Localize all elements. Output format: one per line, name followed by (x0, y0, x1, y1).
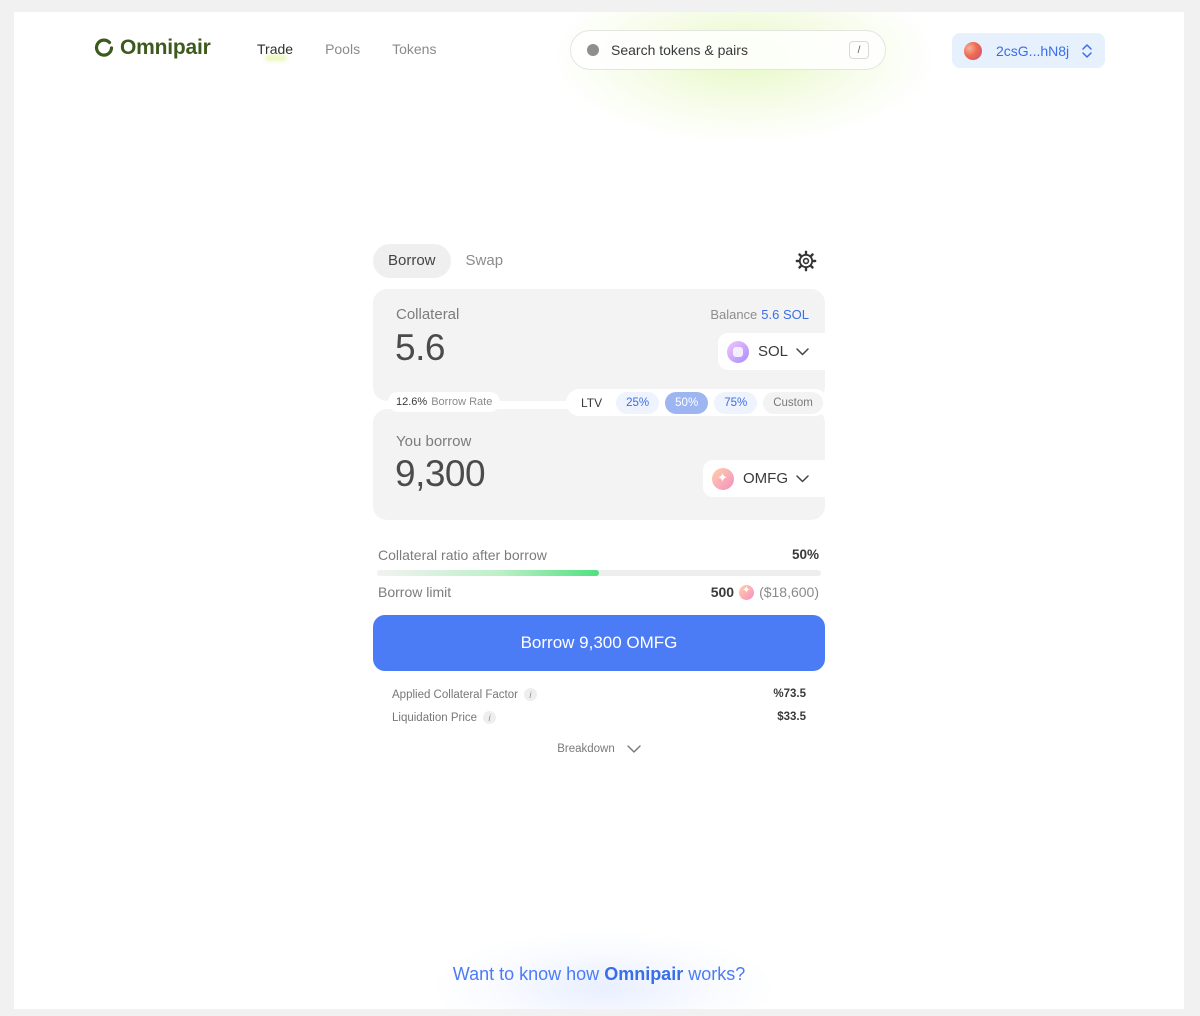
collateral-ratio-label: Collateral ratio after borrow (378, 547, 547, 563)
detail-row-liquidation-price: Liquidation Price i $33.5 (392, 711, 806, 724)
detail-row-collateral-factor: Applied Collateral Factor i %73.5 (392, 688, 806, 701)
collateral-panel: Collateral Balance 5.6 SOL 5.6 SOL (373, 289, 825, 401)
info-icon[interactable]: i (523, 688, 537, 701)
gear-icon[interactable] (795, 250, 817, 272)
nav-pools[interactable]: Pools (325, 41, 360, 57)
tab-swap[interactable]: Swap (451, 244, 519, 278)
collateral-factor-label: Applied Collateral Factor (392, 688, 518, 701)
sol-token-icon (726, 340, 749, 363)
logo-icon (94, 38, 114, 57)
balance-label: Balance (710, 307, 758, 322)
borrow-limit-row: Borrow limit 500 ($18,600) (378, 584, 819, 600)
logo-text: Omnipair (120, 36, 211, 59)
liquidation-price-label: Liquidation Price (392, 711, 478, 724)
breakdown-toggle[interactable]: Breakdown (373, 743, 825, 755)
collateral-label: Collateral (396, 306, 460, 323)
info-icon[interactable]: i (483, 711, 497, 724)
nav-trade[interactable]: Trade (257, 41, 293, 57)
search-bar[interactable]: / (570, 30, 886, 70)
wallet-address: 2csG...hN8j (996, 42, 1070, 59)
collateral-ratio-row: Collateral ratio after borrow 50% (378, 547, 819, 563)
ltv-option-75[interactable]: 75% (714, 391, 758, 414)
liquidation-price-value: $33.5 (777, 711, 806, 723)
main-nav: Trade Pools Tokens (257, 41, 468, 57)
search-icon (587, 44, 599, 56)
chevron-down-icon (627, 745, 641, 753)
collateral-token-name: SOL (757, 343, 788, 360)
nav-tokens[interactable]: Tokens (392, 41, 436, 57)
chevron-down-icon (796, 474, 809, 482)
borrow-limit-value: 500 ($18,600) (711, 584, 819, 600)
borrow-rate-badge: 12.6% Borrow Rate (388, 392, 501, 412)
tab-borrow[interactable]: Borrow (373, 244, 451, 278)
borrow-token-select[interactable]: OMFG (703, 460, 825, 497)
search-input[interactable] (611, 42, 849, 58)
chevron-down-icon (796, 347, 809, 355)
borrow-rate-value: 12.6% (396, 396, 428, 408)
omfg-token-icon (712, 467, 734, 490)
balance-value: 5.6 SOL (761, 307, 809, 322)
logo[interactable]: Omnipair (94, 36, 211, 60)
chevron-updown-icon (1082, 43, 1092, 58)
omfg-token-icon (739, 584, 755, 600)
ltv-option-25[interactable]: 25% (616, 391, 660, 414)
borrow-limit-usd: ($18,600) (759, 584, 819, 600)
how-it-works-link[interactable]: Want to know how Omnipair works? (14, 964, 1184, 985)
app-frame: Omnipair Trade Pools Tokens / 2csG...hN8… (14, 12, 1184, 1009)
collateral-ratio-value: 50% (791, 547, 819, 562)
borrow-token-name: OMFG (743, 470, 788, 487)
borrow-button[interactable]: Borrow 9,300 OMFG (373, 615, 825, 671)
borrow-rate-label: Borrow Rate (431, 396, 493, 408)
collateral-ratio-fill (377, 570, 599, 576)
search-shortcut-key: / (849, 41, 869, 59)
collateral-amount-input[interactable]: 5.6 (395, 327, 445, 369)
borrow-label: You borrow (396, 433, 472, 450)
balance-display[interactable]: Balance 5.6 SOL (710, 307, 809, 322)
borrow-amount-input[interactable]: 9,300 (395, 453, 486, 495)
ltv-label: LTV (581, 395, 603, 410)
collateral-token-select[interactable]: SOL (717, 333, 825, 370)
footer-suffix: works? (688, 964, 746, 984)
ltv-option-50[interactable]: 50% (665, 391, 709, 414)
ltv-selector: LTV 25% 50% 75% Custom (566, 389, 828, 416)
footer-prefix: Want to know how (452, 964, 600, 984)
wallet-button[interactable]: 2csG...hN8j (952, 33, 1105, 68)
wallet-avatar-icon (964, 41, 982, 60)
footer-brand: Omnipair (604, 964, 684, 984)
breakdown-label: Breakdown (557, 743, 615, 755)
borrow-limit-amount: 500 (710, 584, 735, 600)
ltv-option-custom[interactable]: Custom (763, 391, 823, 414)
collateral-factor-value: %73.5 (773, 688, 806, 700)
borrow-limit-label: Borrow limit (378, 584, 452, 600)
collateral-ratio-bar (377, 570, 821, 576)
ltv-strip: 12.6% Borrow Rate LTV 25% 50% 75% Custom (373, 389, 828, 417)
borrow-card: Borrow Swap Collateral Balance 5.6 SOL 5.… (373, 243, 828, 755)
borrow-panel: You borrow 9,300 OMFG (373, 409, 825, 520)
mode-tabs: Borrow Swap (373, 243, 825, 279)
